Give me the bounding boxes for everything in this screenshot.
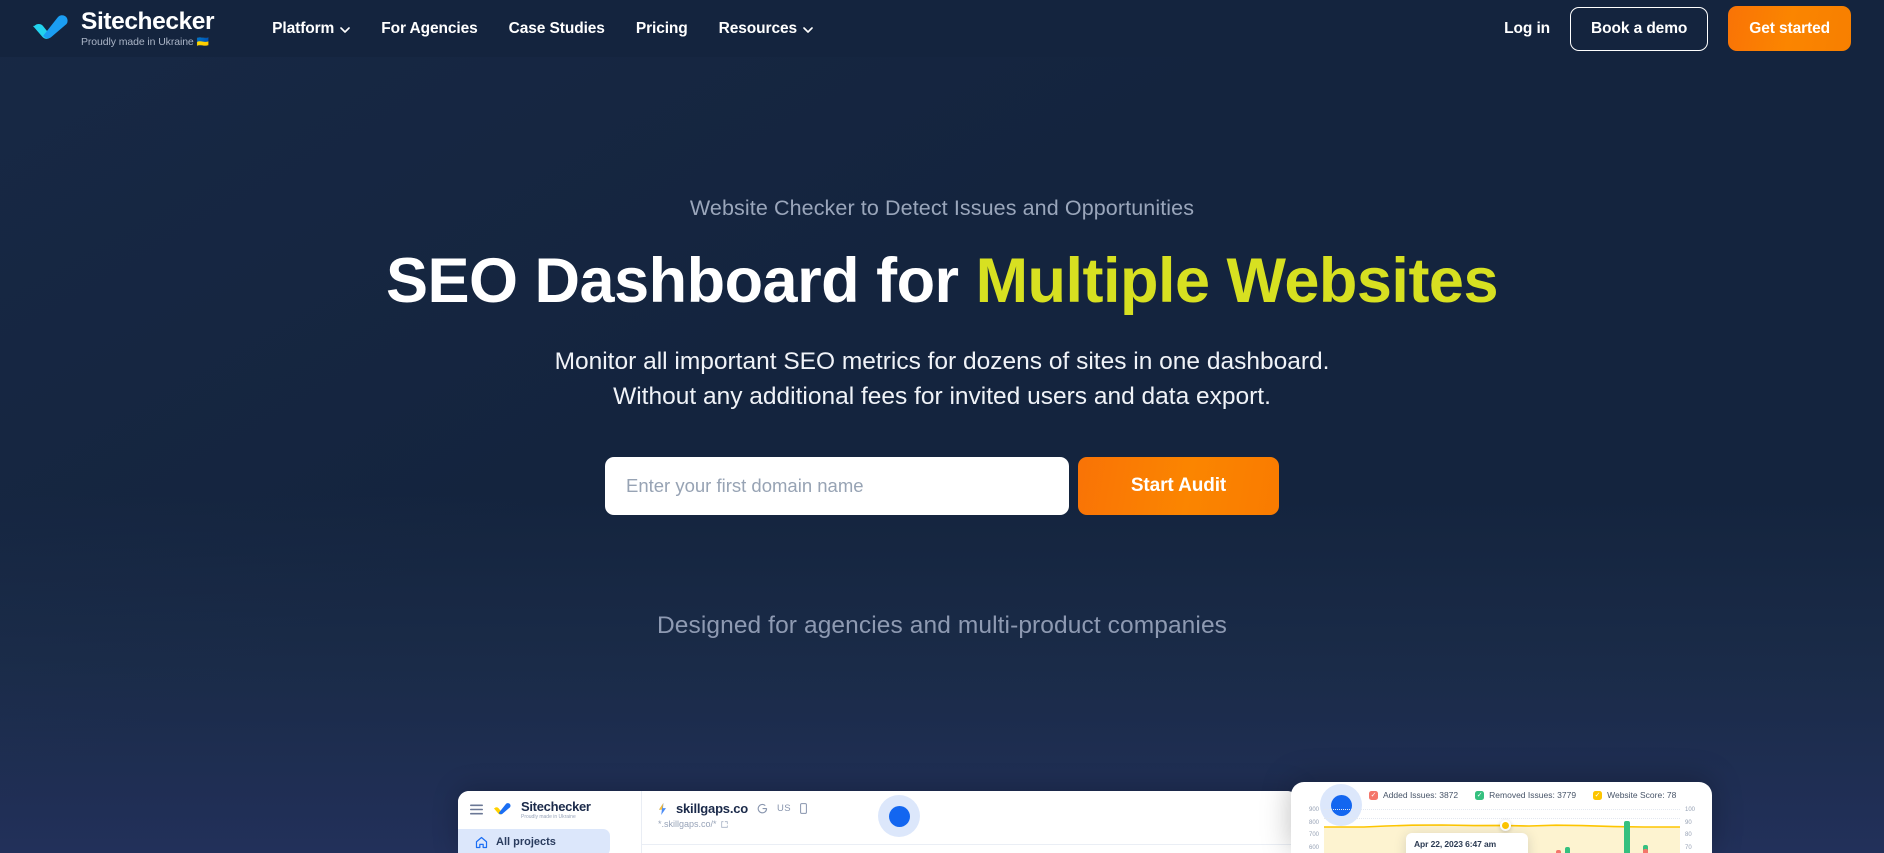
subhead-line-2: Without any additional fees for invited … — [613, 382, 1271, 410]
chart-series-area: Apr 22, 2023 6:47 am New issues: — [1324, 806, 1680, 853]
legend-item-website-score[interactable]: ✓ Website Score: 78 — [1593, 790, 1676, 800]
audit-form: Start Audit — [0, 456, 1884, 515]
bar-added — [1643, 849, 1648, 853]
domain-input[interactable] — [605, 456, 1069, 515]
bar-removed — [1624, 821, 1630, 853]
brand-logo[interactable]: Sitechecker Proudly made in Ukraine 🇺🇦 — [30, 8, 215, 48]
chart-y-axis-right: 100 90 80 70 60 — [1685, 806, 1705, 853]
designed-for-text: Designed for agencies and multi-product … — [656, 611, 1228, 639]
legend-label: Website Score: 78 — [1607, 790, 1677, 800]
axis-tick: 80 — [1685, 832, 1692, 838]
axis-tick: 700 — [1308, 832, 1319, 838]
axis-tick: 900 — [1308, 807, 1319, 813]
nav-label: Pricing — [635, 19, 688, 37]
main-navigation: Platform For Agencies Case Studies Prici… — [272, 20, 813, 38]
site-header: Sitechecker Proudly made in Ukraine 🇺🇦 P… — [0, 0, 1884, 57]
nav-item-for-agencies[interactable]: For Agencies — [381, 19, 478, 38]
nav-label: Case Studies — [508, 19, 605, 37]
external-link-icon[interactable] — [720, 820, 728, 828]
sidebar-header: Sitechecker Proudly made in Ukraine — [470, 800, 631, 820]
site-header-row: skillgaps.co US — [658, 801, 1298, 816]
start-audit-button[interactable]: Start Audit — [1078, 456, 1279, 515]
nav-item-pricing[interactable]: Pricing — [636, 20, 688, 38]
legend-checkbox: ✓ — [1475, 790, 1485, 800]
site-url-text: *.skillgaps.co/* — [658, 819, 717, 829]
cursor-highlight-dot — [878, 795, 920, 837]
nav-label: Resources — [718, 19, 798, 37]
nav-item-platform[interactable]: Platform — [272, 19, 351, 38]
subhead-line-1: Monitor all important SEO metrics for do… — [554, 348, 1330, 376]
header-actions: Log in Book a demo Get started — [1504, 6, 1851, 51]
app-sidebar: Sitechecker Proudly made in Ukraine All … — [458, 791, 642, 853]
axis-tick: 100 — [1685, 807, 1696, 813]
chart-card-preview: ✓ Added Issues: 3872 ✓ Removed Issues: 3… — [1291, 782, 1712, 853]
mobile-icon — [800, 803, 807, 814]
hero-section: Website Checker to Detect Issues and Opp… — [0, 196, 1884, 640]
chart-plot-area: 900 800 700 600 500 100 90 80 70 60 — [1291, 784, 1712, 853]
app-window-preview: Sitechecker Proudly made in Ukraine All … — [458, 791, 1298, 853]
google-icon — [757, 803, 768, 814]
tooltip-title: Apr 22, 2023 6:47 am — [1414, 839, 1497, 849]
get-started-button[interactable]: Get started — [1728, 6, 1851, 51]
legend-item-added-issues[interactable]: ✓ Added Issues: 3872 — [1369, 790, 1458, 800]
book-demo-button[interactable]: Book a demo — [1570, 6, 1709, 51]
chevron-down-icon — [340, 26, 351, 33]
checkmark-logo-icon — [33, 15, 68, 39]
sidebar-item-all-projects[interactable]: All projects — [458, 828, 610, 853]
app-brand: Sitechecker Proudly made in Ukraine — [521, 800, 591, 820]
app-brand-tagline: Proudly made in Ukraine — [521, 813, 576, 820]
site-name[interactable]: skillgaps.co — [676, 801, 748, 816]
axis-tick: 800 — [1308, 819, 1319, 826]
country-label: US — [777, 803, 792, 814]
chart-y-axis-left: 900 800 700 600 500 — [1299, 806, 1319, 853]
headline-plain: SEO Dashboard for — [385, 246, 976, 316]
brand-tagline: Proudly made in Ukraine 🇺🇦 — [81, 35, 209, 48]
legend-checkbox: ✓ — [1369, 790, 1378, 800]
brand-name: Sitechecker — [81, 8, 215, 36]
nav-label: Platform — [272, 19, 335, 37]
panel-divider — [642, 844, 1298, 845]
axis-tick: 600 — [1308, 844, 1319, 851]
hero-subhead: Monitor all important SEO metrics for do… — [0, 345, 1884, 415]
sidebar-item-label: All projects — [496, 836, 556, 848]
ukraine-flag-icon: 🇺🇦 — [196, 36, 209, 48]
site-url: *.skillgaps.co/* — [658, 819, 1298, 829]
page-title: SEO Dashboard for Multiple Websites — [0, 248, 1884, 314]
legend-item-removed-issues[interactable]: ✓ Removed Issues: 3779 — [1475, 790, 1576, 800]
home-icon — [475, 836, 488, 848]
nav-label: For Agencies — [381, 19, 478, 37]
legend-label: Removed Issues: 3779 — [1489, 790, 1577, 800]
headline-accent: Multiple Websites — [975, 246, 1499, 316]
bar-removed — [1565, 847, 1570, 853]
axis-tick: 90 — [1685, 819, 1692, 826]
checkmark-logo-icon — [493, 803, 511, 815]
nav-item-resources[interactable]: Resources — [719, 20, 813, 38]
chart-tooltip: Apr 22, 2023 6:47 am New issues: — [1406, 833, 1528, 853]
legend-label: Added Issues: 3872 — [1383, 790, 1459, 800]
app-brand-name: Sitechecker — [521, 799, 591, 814]
chevron-down-icon — [803, 26, 813, 33]
legend-checkbox: ✓ — [1593, 790, 1603, 800]
brand-text: Sitechecker Proudly made in Ukraine 🇺🇦 — [81, 8, 215, 48]
app-main-panel: skillgaps.co US *.skillgaps.co/* — [642, 791, 1298, 853]
axis-tick: 70 — [1685, 844, 1692, 851]
hamburger-icon[interactable] — [470, 804, 483, 815]
dashboard-preview: Sitechecker Proudly made in Ukraine All … — [0, 782, 1884, 853]
hero-eyebrow: Website Checker to Detect Issues and Opp… — [689, 196, 1195, 220]
nav-item-case-studies[interactable]: Case Studies — [509, 20, 605, 38]
login-link[interactable]: Log in — [1504, 20, 1550, 38]
bolt-icon — [659, 802, 666, 815]
score-data-point[interactable] — [1500, 820, 1511, 831]
